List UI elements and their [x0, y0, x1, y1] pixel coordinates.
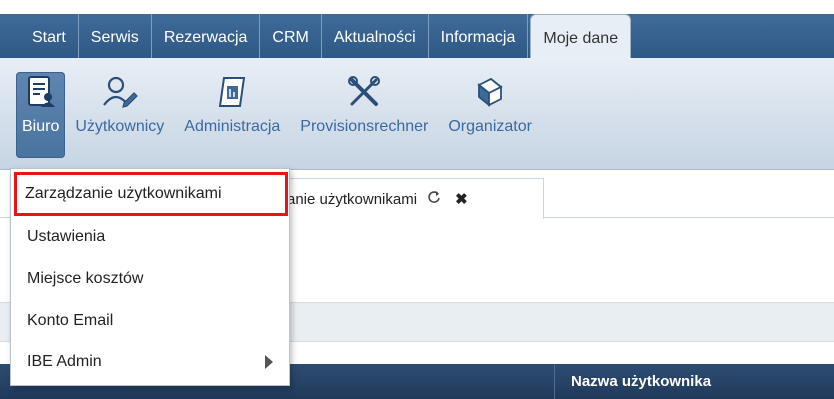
ribbon-items: Biuro Użytkownicy Administracja Provisio…	[16, 72, 542, 158]
menu-item-label: IBE Admin	[27, 353, 102, 370]
top-tabs: Start Serwis Rezerwacja CRM Aktualności …	[20, 14, 632, 62]
ribbon-item-uzytkownicy[interactable]: Użytkownicy	[65, 72, 174, 158]
ribbon-item-biuro[interactable]: Biuro	[16, 72, 66, 158]
ribbon-label-administracja: Administracja	[184, 118, 281, 135]
close-icon[interactable]: ✖	[455, 190, 468, 208]
ribbon-label-provisionsrechner: Provisionsrechner	[300, 118, 429, 135]
biuro-dropdown-menu: Zarządzanie użytkownikami Ustawienia Mie…	[10, 168, 290, 386]
ribbon-item-organizator[interactable]: Organizator	[438, 72, 542, 158]
ribbon-label-biuro: Biuro	[22, 118, 60, 135]
ribbon-toolbar: Biuro Użytkownicy Administracja Provisio…	[0, 58, 834, 170]
refresh-icon[interactable]	[427, 190, 441, 208]
tab-informacja[interactable]: Informacja	[429, 14, 529, 62]
content-tab-label: anie użytkownikami	[287, 190, 418, 208]
grid-column-header-username[interactable]: Nazwa użytkownika	[555, 364, 834, 399]
submenu-arrow-icon	[265, 355, 273, 369]
menu-item-label: Zarządzanie użytkownikami	[25, 185, 222, 202]
ribbon-item-administracja[interactable]: Administracja	[174, 72, 290, 158]
tab-rezerwacja[interactable]: Rezerwacja	[152, 14, 261, 62]
menu-item-label: Ustawienia	[27, 228, 106, 245]
menu-item-label: Miejsce kosztów	[27, 270, 144, 287]
users-icon	[102, 74, 138, 110]
menu-item-settings[interactable]: Ustawienia	[19, 218, 283, 256]
ribbon-label-uzytkownicy: Użytkownicy	[75, 118, 165, 135]
tab-moje-dane[interactable]: Moje dane	[530, 14, 632, 62]
tools-icon	[346, 74, 382, 110]
ribbon-label-organizator: Organizator	[448, 118, 532, 135]
menu-item-label: Konto Email	[27, 312, 114, 329]
tab-serwis[interactable]: Serwis	[79, 14, 152, 62]
organizer-icon	[472, 74, 508, 110]
ribbon-item-provisionsrechner[interactable]: Provisionsrechner	[290, 72, 438, 158]
menu-item-email-account[interactable]: Konto Email	[19, 302, 283, 340]
menu-item-user-management[interactable]: Zarządzanie użytkownikami	[14, 172, 288, 216]
top-navigation-bar: Start Serwis Rezerwacja CRM Aktualności …	[0, 0, 834, 62]
administration-icon	[214, 74, 250, 110]
tab-aktualnosci[interactable]: Aktualności	[322, 14, 429, 62]
office-icon	[23, 74, 59, 110]
tab-crm[interactable]: CRM	[260, 14, 322, 62]
menu-item-cost-center[interactable]: Miejsce kosztów	[19, 260, 283, 298]
menu-item-ibe-admin[interactable]: IBE Admin	[19, 343, 283, 381]
tab-start[interactable]: Start	[20, 14, 79, 62]
